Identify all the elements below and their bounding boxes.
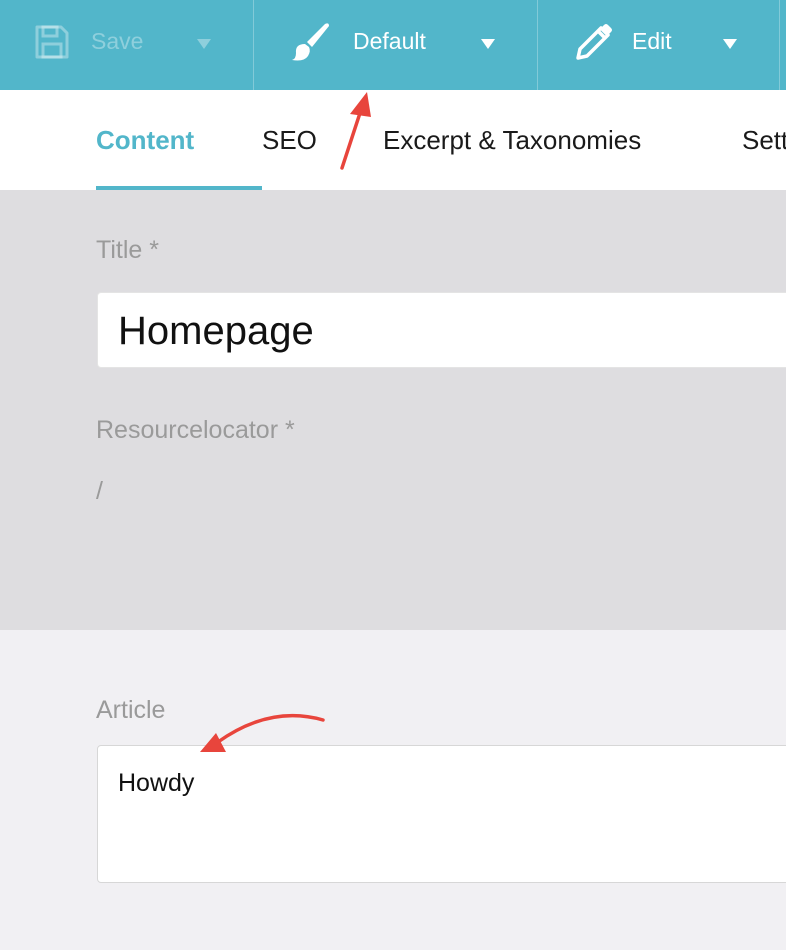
edit-dropdown-caret-icon[interactable] xyxy=(723,39,737,49)
template-select-button[interactable]: Default xyxy=(254,0,537,90)
page-properties-section: Title * Homepage Resourcelocator * / xyxy=(0,190,786,630)
pencil-icon xyxy=(576,24,612,60)
title-input[interactable]: Homepage xyxy=(97,292,786,368)
article-editor-text: Howdy xyxy=(118,769,195,797)
save-button[interactable]: Save xyxy=(0,0,253,90)
title-label: Title * xyxy=(96,236,159,264)
edit-button-label: Edit xyxy=(632,28,672,54)
save-button-label: Save xyxy=(91,28,144,54)
tab-excerpt-taxonomies[interactable]: Excerpt & Taxonomies xyxy=(383,124,641,156)
template-dropdown-caret-icon[interactable] xyxy=(481,39,495,49)
page: Save Default Edit Content SEO Excerpt & … xyxy=(0,0,786,950)
save-dropdown-caret-icon[interactable] xyxy=(197,39,211,49)
article-editor[interactable]: Howdy xyxy=(97,745,786,883)
tab-seo[interactable]: SEO xyxy=(262,124,317,156)
toolbar: Save Default Edit xyxy=(0,0,786,90)
floppy-disk-icon xyxy=(35,25,69,59)
resourcelocator-value[interactable]: / xyxy=(96,476,103,506)
article-label: Article xyxy=(96,696,166,724)
template-select-label: Default xyxy=(353,28,426,54)
paintbrush-icon xyxy=(292,23,329,61)
tab-bar: Content SEO Excerpt & Taxonomies Setting… xyxy=(0,90,786,190)
tab-content[interactable]: Content xyxy=(96,124,194,156)
resourcelocator-label: Resourcelocator * xyxy=(96,416,295,444)
edit-button[interactable]: Edit xyxy=(538,0,779,90)
title-input-value: Homepage xyxy=(118,309,314,353)
tab-settings[interactable]: Settings xyxy=(742,124,786,156)
